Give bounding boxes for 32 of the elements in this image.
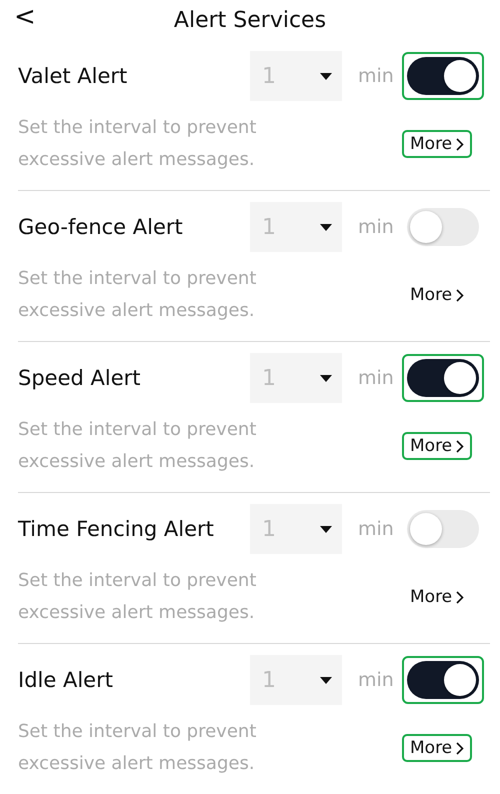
alert-description: Set the interval to prevent excessive alert messages. (18, 720, 258, 776)
chevron-right-icon (456, 742, 464, 754)
unit-label: min (357, 518, 395, 540)
alert-name: Time Fencing Alert (18, 517, 215, 541)
caret-icon (320, 374, 332, 382)
alert-name: Idle Alert (18, 668, 114, 692)
back-button[interactable]: < (8, 2, 42, 32)
alert-description: Set the interval to prevent excessive alert messages. (18, 418, 258, 474)
chevron-right-icon (456, 138, 464, 150)
caret-icon (320, 526, 332, 532)
unit-label: min (357, 65, 395, 87)
more-button[interactable]: More (402, 130, 472, 158)
alert-name: Valet Alert (18, 64, 128, 88)
caret-icon (320, 72, 332, 80)
unit-label: min (357, 367, 395, 389)
page-title: Alert Services (174, 8, 326, 32)
unit-label: min (357, 669, 395, 691)
caret-icon (320, 676, 332, 684)
chevron-right-icon (456, 440, 464, 452)
chevron-right-icon (456, 590, 464, 604)
more-button[interactable]: More (402, 734, 472, 762)
unit-label: min (357, 216, 395, 238)
alert-description: Set the interval to prevent excessive alert messages. (18, 569, 258, 625)
chevron-right-icon (456, 288, 464, 302)
caret-icon (320, 224, 332, 230)
alert-name: Speed Alert (18, 366, 142, 390)
alert-toggle[interactable] (407, 510, 479, 548)
alert-description: Set the interval to prevent excessive alert messages. (18, 267, 258, 323)
alert-description: Set the interval to prevent excessive alert messages. (18, 116, 258, 172)
alert-name: Geo-fence Alert (18, 215, 184, 239)
more-button[interactable]: More (402, 432, 472, 460)
alert-toggle[interactable] (407, 208, 479, 246)
